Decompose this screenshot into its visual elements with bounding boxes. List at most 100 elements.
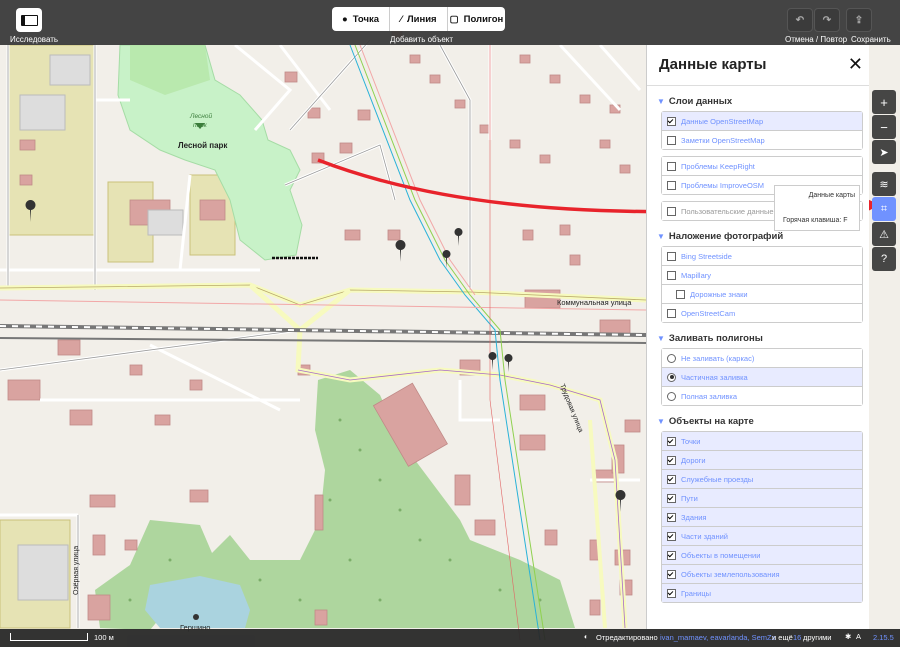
street-label-ozernaya: Озёрная улица: [73, 546, 80, 595]
checkbox[interactable]: [667, 116, 676, 126]
scale-label: 100 м: [94, 633, 114, 642]
layer-osm-notes[interactable]: Заметки OpenStreetMap: [662, 131, 862, 149]
tooltip-title: Данные карты: [808, 192, 855, 199]
section-map-features[interactable]: ▼ Объекты на карте: [657, 416, 869, 427]
chevron-down-icon: ▼: [657, 334, 665, 343]
editors-links[interactable]: ivan_mamaev, eavarlanda, SemZx: [660, 633, 775, 642]
plus-icon: +: [880, 94, 888, 110]
save-button[interactable]: ⇪: [846, 8, 872, 32]
checkbox[interactable]: [667, 455, 676, 465]
sidebar-icon: [20, 14, 38, 26]
street-label-kommunalnaya: Коммунальная улица: [557, 298, 632, 307]
feature-roads[interactable]: Дороги: [662, 451, 862, 470]
radio[interactable]: [667, 391, 676, 401]
add-feature-label: Добавить объект: [390, 35, 454, 44]
close-icon[interactable]: ✕: [848, 54, 863, 75]
layer-keepright[interactable]: Проблемы KeepRight: [662, 157, 862, 176]
language-icon[interactable]: A: [856, 632, 861, 641]
feature-boundaries[interactable]: Границы: [662, 584, 862, 602]
overlay-openstreetcam[interactable]: OpenStreetCam: [662, 304, 862, 322]
background-button[interactable]: ≋: [872, 172, 896, 196]
bug-icon[interactable]: ✱: [845, 632, 851, 641]
checkbox[interactable]: [667, 531, 676, 541]
checkbox[interactable]: [667, 308, 676, 318]
top-toolbar: Исследовать ● Точка ⁄ Линия ▢ Полигон Добав…: [0, 0, 900, 45]
help-icon: ?: [880, 253, 888, 265]
add-polygon-button[interactable]: ▢ Полигон: [448, 7, 505, 31]
scale-bar[interactable]: [10, 633, 88, 641]
checkbox[interactable]: [667, 550, 676, 560]
panel-header: Данные карты ✕: [647, 45, 869, 86]
others-text: другими: [803, 633, 832, 642]
checkbox[interactable]: [667, 180, 676, 190]
section-area-fill[interactable]: ▼ Заливать полигоны: [657, 333, 869, 344]
undo-redo-label: Отмена / Повтор: [785, 35, 848, 44]
location-arrow-icon: ➤: [879, 146, 889, 159]
save-label: Сохранить: [851, 35, 891, 44]
help-button[interactable]: ?: [872, 247, 896, 271]
checkbox[interactable]: [667, 161, 676, 171]
add-line-button[interactable]: ⁄ Линия: [390, 7, 448, 31]
checkbox[interactable]: [667, 512, 676, 522]
edited-prefix: Отредактировано: [596, 633, 658, 642]
zoom-out-button[interactable]: −: [872, 115, 896, 139]
feature-indoor[interactable]: Объекты в помещении: [662, 546, 862, 565]
issues-button[interactable]: ⚠: [872, 222, 896, 246]
checkbox[interactable]: [667, 474, 676, 484]
feature-paths[interactable]: Пути: [662, 489, 862, 508]
feature-building-parts[interactable]: Части зданий: [662, 527, 862, 546]
radio[interactable]: [667, 372, 676, 382]
radio[interactable]: [667, 353, 676, 363]
layer-osm-data[interactable]: Данные OpenStreetMap: [662, 112, 862, 131]
map-data-button[interactable]: ⌗: [872, 197, 896, 221]
panel-title: Данные карты: [659, 56, 767, 73]
overlay-bing-streetside[interactable]: Bing Streetside: [662, 247, 862, 266]
checkbox[interactable]: [667, 436, 676, 446]
checkbox[interactable]: [667, 588, 676, 598]
checkbox[interactable]: [667, 569, 676, 579]
redo-icon: ↷: [822, 14, 832, 26]
section-photo-overlays[interactable]: ▼ Наложение фотографий: [657, 231, 869, 242]
section-data-layers[interactable]: ▼ Слои данных: [657, 96, 869, 107]
layers-icon: ≋: [879, 178, 889, 191]
line-icon: ⁄: [400, 13, 402, 25]
undo-icon: ↶: [795, 14, 805, 26]
undo-button[interactable]: ↶: [787, 8, 813, 32]
checkbox[interactable]: [667, 493, 676, 503]
feature-landuse[interactable]: Объекты землепользования: [662, 565, 862, 584]
checkbox[interactable]: [667, 135, 676, 145]
area-fill-list: Не заливать (каркас) Частичная заливка П…: [661, 348, 863, 406]
add-point-button[interactable]: ● Точка: [332, 7, 390, 31]
data-layers-list: Данные OpenStreetMap Заметки OpenStreetM…: [661, 111, 863, 150]
feature-service-roads[interactable]: Служебные проезды: [662, 470, 862, 489]
feature-points[interactable]: Точки: [662, 432, 862, 451]
geolocate-button[interactable]: ➤: [872, 140, 896, 164]
minus-icon: −: [880, 119, 888, 135]
fill-wireframe[interactable]: Не заливать (каркас): [662, 349, 862, 368]
add-feature-group: ● Точка ⁄ Линия ▢ Полигон: [332, 7, 505, 31]
overlay-mapillary[interactable]: Mapillary: [662, 266, 862, 285]
others-count-link[interactable]: 16: [793, 633, 801, 642]
feature-buildings[interactable]: Здания: [662, 508, 862, 527]
checkbox[interactable]: [676, 289, 685, 299]
upload-icon: ⇪: [854, 14, 864, 26]
svg-text:Лесной: Лесной: [189, 112, 212, 120]
checkbox[interactable]: [667, 270, 676, 280]
checkbox[interactable]: [667, 206, 676, 216]
overlay-traffic-signs[interactable]: Дорожные знаки: [662, 285, 862, 304]
tooltip: Данные карты Горячая клавиша: F: [774, 185, 860, 231]
version-label[interactable]: 2.15.5: [873, 633, 894, 642]
info-icon: ◐: [584, 632, 589, 641]
polygon-icon: ▢: [449, 13, 459, 25]
zoom-in-button[interactable]: +: [872, 90, 896, 114]
map-controls: + − ➤ ≋ ⌗ ⚠ ?: [870, 88, 900, 629]
lake: [145, 576, 250, 628]
redo-button[interactable]: ↷: [814, 8, 840, 32]
chevron-down-icon: ▼: [657, 417, 665, 426]
checkbox[interactable]: [667, 251, 676, 261]
explore-label: Исследовать: [10, 35, 59, 44]
fill-partial[interactable]: Частичная заливка: [662, 368, 862, 387]
chevron-down-icon: ▼: [657, 97, 665, 106]
fill-full[interactable]: Полная заливка: [662, 387, 862, 405]
sidebar-toggle-button[interactable]: [16, 8, 42, 32]
